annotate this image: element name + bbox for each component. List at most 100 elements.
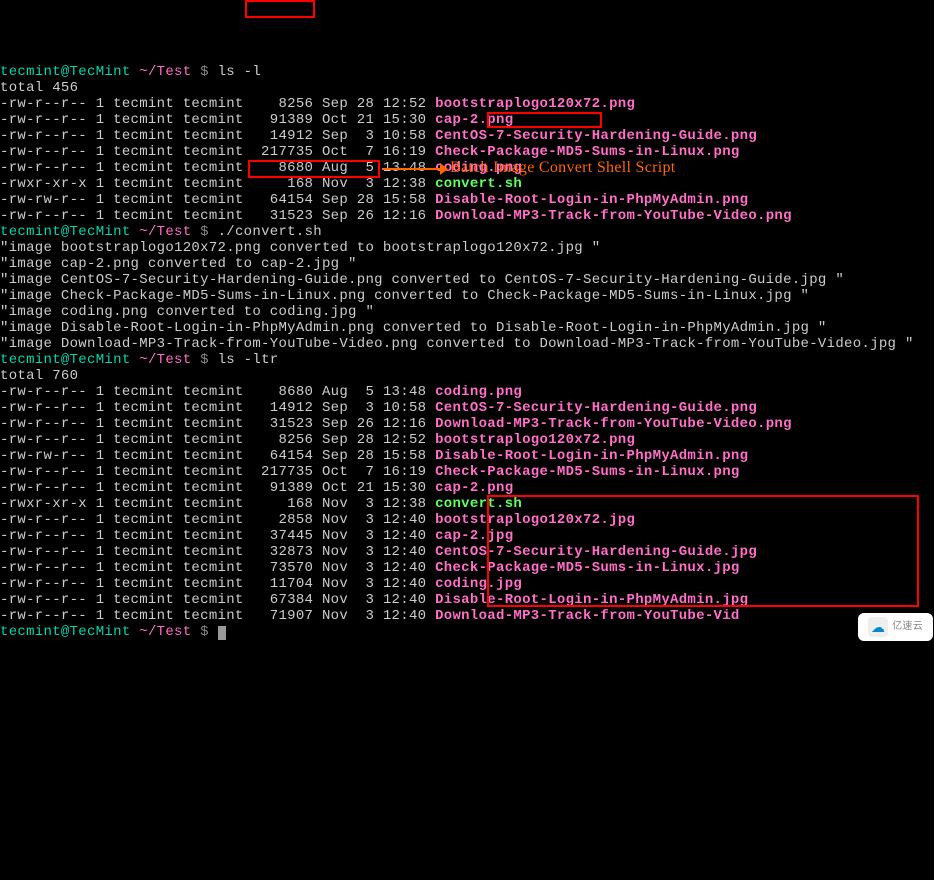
watermark-badge: ☁ 亿速云 bbox=[858, 613, 933, 641]
listing2-row: -rw-r--r-- 1 tecmint tecmint 217735 Oct … bbox=[0, 464, 934, 480]
file-name: Check-Package-MD5-Sums-in-Linux.png bbox=[435, 464, 740, 480]
listing1-row: -rw-r--r-- 1 tecmint tecmint 8680 Aug 5 … bbox=[0, 160, 934, 176]
prompt-line: tecmint@TecMint ~/Test $ bbox=[0, 624, 934, 640]
prompt-dir: /Test bbox=[148, 624, 192, 640]
prompt-user: tecmint@TecMint bbox=[0, 624, 131, 640]
prompt-user: tecmint@TecMint bbox=[0, 352, 131, 368]
file-name: coding.png bbox=[435, 160, 522, 176]
cloud-icon: ☁ bbox=[868, 617, 888, 637]
listing2-row: -rw-r--r-- 1 tecmint tecmint 8680 Aug 5 … bbox=[0, 384, 934, 400]
listing2-row: -rw-r--r-- 1 tecmint tecmint 2858 Nov 3 … bbox=[0, 512, 934, 528]
file-perms: -rw-r--r-- 1 tecmint tecmint 8680 Aug 5 … bbox=[0, 384, 435, 400]
prompt-dir: /Test bbox=[148, 352, 192, 368]
command-text[interactable]: ls -l bbox=[218, 64, 262, 80]
listing1-row: -rw-rw-r-- 1 tecmint tecmint 64154 Sep 2… bbox=[0, 192, 934, 208]
prompt-separator: $ bbox=[191, 64, 217, 80]
file-name: Download-MP3-Track-from-YouTube-Video.pn… bbox=[435, 208, 792, 224]
file-perms: -rw-rw-r-- 1 tecmint tecmint 64154 Sep 2… bbox=[0, 448, 435, 464]
prompt-path-prefix: ~ bbox=[131, 352, 148, 368]
listing1-row: -rw-r--r-- 1 tecmint tecmint 14912 Sep 3… bbox=[0, 128, 934, 144]
file-perms: -rw-r--r-- 1 tecmint tecmint 14912 Sep 3… bbox=[0, 400, 435, 416]
file-name: coding.png bbox=[435, 384, 522, 400]
file-perms: -rw-r--r-- 1 tecmint tecmint 31523 Sep 2… bbox=[0, 208, 435, 224]
file-perms: -rw-r--r-- 1 tecmint tecmint 8256 Sep 28… bbox=[0, 96, 435, 112]
file-perms: -rw-r--r-- 1 tecmint tecmint 73570 Nov 3… bbox=[0, 560, 435, 576]
prompt-path-prefix: ~ bbox=[131, 224, 148, 240]
listing1-row: -rwxr-xr-x 1 tecmint tecmint 168 Nov 3 1… bbox=[0, 176, 934, 192]
file-perms: -rw-r--r-- 1 tecmint tecmint 91389 Oct 2… bbox=[0, 112, 435, 128]
file-name: CentOS-7-Security-Hardening-Guide.png bbox=[435, 400, 757, 416]
file-name: convert.sh bbox=[435, 176, 522, 192]
prompt-separator: $ bbox=[191, 352, 217, 368]
file-name: CentOS-7-Security-Hardening-Guide.png bbox=[435, 128, 757, 144]
file-name: Disable-Root-Login-in-PhpMyAdmin.png bbox=[435, 192, 748, 208]
file-perms: -rw-r--r-- 1 tecmint tecmint 8256 Sep 28… bbox=[0, 432, 435, 448]
listing2-row: -rwxr-xr-x 1 tecmint tecmint 168 Nov 3 1… bbox=[0, 496, 934, 512]
file-perms: -rw-r--r-- 1 tecmint tecmint 2858 Nov 3 … bbox=[0, 512, 435, 528]
prompt-line: tecmint@TecMint ~/Test $ ./convert.sh bbox=[0, 224, 934, 240]
file-perms: -rw-r--r-- 1 tecmint tecmint 91389 Oct 2… bbox=[0, 480, 435, 496]
file-name: bootstraplogo120x72.png bbox=[435, 96, 635, 112]
file-name: cap-2.png bbox=[435, 480, 513, 496]
listing2-row: -rw-r--r-- 1 tecmint tecmint 32873 Nov 3… bbox=[0, 544, 934, 560]
file-perms: -rw-rw-r-- 1 tecmint tecmint 64154 Sep 2… bbox=[0, 192, 435, 208]
file-name: Download-MP3-Track-from-YouTube-Video.pn… bbox=[435, 416, 792, 432]
file-name: Check-Package-MD5-Sums-in-Linux.png bbox=[435, 144, 740, 160]
script-output-line: "image Check-Package-MD5-Sums-in-Linux.p… bbox=[0, 288, 934, 304]
file-name: Disable-Root-Login-in-PhpMyAdmin.png bbox=[435, 448, 748, 464]
file-perms: -rwxr-xr-x 1 tecmint tecmint 168 Nov 3 1… bbox=[0, 496, 435, 512]
prompt-path-prefix: ~ bbox=[131, 624, 148, 640]
script-output-line: "image CentOS-7-Security-Hardening-Guide… bbox=[0, 272, 934, 288]
script-output-line: "image cap-2.png converted to cap-2.jpg … bbox=[0, 256, 934, 272]
script-output-line: "image Disable-Root-Login-in-PhpMyAdmin.… bbox=[0, 320, 934, 336]
script-output-line: "image bootstraplogo120x72.png converted… bbox=[0, 240, 934, 256]
prompt-user: tecmint@TecMint bbox=[0, 64, 131, 80]
listing2-row: -rw-rw-r-- 1 tecmint tecmint 64154 Sep 2… bbox=[0, 448, 934, 464]
listing1-row: -rw-r--r-- 1 tecmint tecmint 91389 Oct 2… bbox=[0, 112, 934, 128]
file-perms: -rw-r--r-- 1 tecmint tecmint 67384 Nov 3… bbox=[0, 592, 435, 608]
listing2-row: -rw-r--r-- 1 tecmint tecmint 73570 Nov 3… bbox=[0, 560, 934, 576]
highlight-box-ls-l bbox=[245, 0, 315, 18]
listing2-row: -rw-r--r-- 1 tecmint tecmint 14912 Sep 3… bbox=[0, 400, 934, 416]
listing1-row: -rw-r--r-- 1 tecmint tecmint 8256 Sep 28… bbox=[0, 96, 934, 112]
file-name: bootstraplogo120x72.jpg bbox=[435, 512, 635, 528]
file-name: Disable-Root-Login-in-PhpMyAdmin.jpg bbox=[435, 592, 748, 608]
prompt-separator: $ bbox=[191, 224, 217, 240]
file-name: bootstraplogo120x72.png bbox=[435, 432, 635, 448]
file-perms: -rw-r--r-- 1 tecmint tecmint 217735 Oct … bbox=[0, 464, 435, 480]
cursor bbox=[218, 626, 226, 640]
file-perms: -rw-r--r-- 1 tecmint tecmint 71907 Nov 3… bbox=[0, 608, 435, 624]
command-text[interactable]: ./convert.sh bbox=[218, 224, 322, 240]
file-perms: -rw-r--r-- 1 tecmint tecmint 8680 Aug 5 … bbox=[0, 160, 435, 176]
file-perms: -rwxr-xr-x 1 tecmint tecmint 168 Nov 3 1… bbox=[0, 176, 435, 192]
total-line: total 456 bbox=[0, 80, 934, 96]
watermark-text: 亿速云 bbox=[892, 619, 923, 635]
listing1-row: -rw-r--r-- 1 tecmint tecmint 217735 Oct … bbox=[0, 144, 934, 160]
prompt-line: tecmint@TecMint ~/Test $ ls -l bbox=[0, 64, 934, 80]
file-perms: -rw-r--r-- 1 tecmint tecmint 217735 Oct … bbox=[0, 144, 435, 160]
file-perms: -rw-r--r-- 1 tecmint tecmint 31523 Sep 2… bbox=[0, 416, 435, 432]
listing2-row: -rw-r--r-- 1 tecmint tecmint 67384 Nov 3… bbox=[0, 592, 934, 608]
listing1-row: -rw-r--r-- 1 tecmint tecmint 31523 Sep 2… bbox=[0, 208, 934, 224]
prompt-line: tecmint@TecMint ~/Test $ ls -ltr bbox=[0, 352, 934, 368]
command-text[interactable]: ls -ltr bbox=[218, 352, 279, 368]
file-name: cap-2.png bbox=[435, 112, 513, 128]
total-line: total 760 bbox=[0, 368, 934, 384]
file-name: convert.sh bbox=[435, 496, 522, 512]
listing2-row: -rw-r--r-- 1 tecmint tecmint 37445 Nov 3… bbox=[0, 528, 934, 544]
listing2-row: -rw-r--r-- 1 tecmint tecmint 11704 Nov 3… bbox=[0, 576, 934, 592]
prompt-user: tecmint@TecMint bbox=[0, 224, 131, 240]
file-perms: -rw-r--r-- 1 tecmint tecmint 11704 Nov 3… bbox=[0, 576, 435, 592]
file-name: coding.jpg bbox=[435, 576, 522, 592]
file-perms: -rw-r--r-- 1 tecmint tecmint 32873 Nov 3… bbox=[0, 544, 435, 560]
prompt-dir: /Test bbox=[148, 224, 192, 240]
listing2-row: -rw-r--r-- 1 tecmint tecmint 31523 Sep 2… bbox=[0, 416, 934, 432]
prompt-dir: /Test bbox=[148, 64, 192, 80]
prompt-separator: $ bbox=[191, 624, 217, 640]
script-output-line: "image Download-MP3-Track-from-YouTube-V… bbox=[0, 336, 934, 352]
file-name: Download-MP3-Track-from-YouTube-Vid bbox=[435, 608, 740, 624]
script-output-line: "image coding.png converted to coding.jp… bbox=[0, 304, 934, 320]
file-perms: -rw-r--r-- 1 tecmint tecmint 14912 Sep 3… bbox=[0, 128, 435, 144]
listing2-row: -rw-r--r-- 1 tecmint tecmint 91389 Oct 2… bbox=[0, 480, 934, 496]
terminal-output: tecmint@TecMint ~/Test $ ls -ltotal 456-… bbox=[0, 64, 934, 640]
